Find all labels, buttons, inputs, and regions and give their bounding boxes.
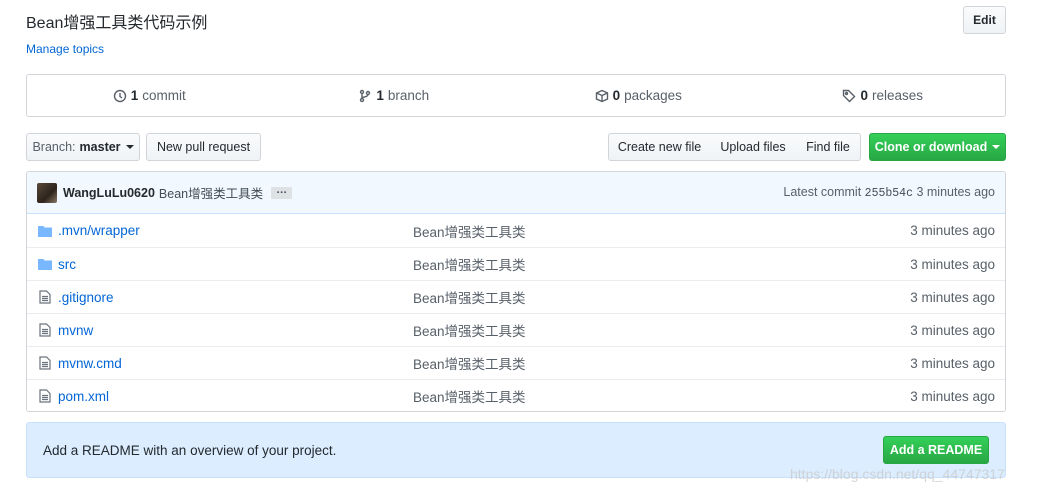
file-commit-message-link[interactable]: Bean增强类工具类 — [413, 353, 813, 373]
commit-sha-link[interactable]: 255b54c — [865, 187, 913, 200]
add-readme-button[interactable]: Add a README — [883, 436, 989, 464]
chevron-down-icon — [992, 145, 1001, 149]
file-commit-message-link[interactable]: Bean增强类工具类 — [413, 287, 813, 307]
file-age: 3 minutes ago — [910, 388, 995, 404]
clone-label: Clone or download — [874, 140, 988, 154]
latest-commit-bar: WangLuLu0620 Bean增强类工具类 … Latest commit … — [27, 172, 1005, 214]
commit-age: 3 minutes ago — [916, 185, 995, 199]
branch-label: Branch: — [32, 140, 76, 154]
branch-value: master — [79, 140, 121, 154]
file-name-link[interactable]: pom.xml — [58, 389, 413, 404]
packages-count: 0 — [612, 88, 621, 103]
file-name-link[interactable]: .mvn/wrapper — [58, 223, 413, 238]
chevron-down-icon — [125, 145, 134, 149]
latest-commit-info: Latest commit 255b54c 3 minutes ago — [783, 185, 995, 200]
commits-count: 1 — [130, 88, 139, 103]
latest-commit-label: Latest commit — [783, 185, 862, 199]
watermark: https://blog.csdn.net/qq_44747317 — [790, 466, 1005, 482]
file-icon — [37, 322, 53, 338]
commit-ellipsis-button[interactable]: … — [271, 184, 293, 199]
branches-label: branch — [387, 88, 430, 103]
file-row: .gitignore Bean增强类工具类 3 minutes ago — [27, 280, 1005, 313]
branches-count: 1 — [376, 88, 384, 103]
file-name-link[interactable]: mvnw.cmd — [58, 356, 413, 371]
commit-author-link[interactable]: WangLuLu0620 — [63, 186, 155, 200]
folder-icon — [37, 223, 53, 239]
file-commit-message-link[interactable]: Bean增强类工具类 — [413, 386, 813, 406]
packages-label: packages — [624, 88, 682, 103]
repo-description: Bean增强工具类代码示例 — [26, 15, 208, 32]
branch-select-button[interactable]: Branch: master — [26, 133, 140, 161]
file-row: mvnw.cmd Bean增强类工具类 3 minutes ago — [27, 346, 1005, 379]
file-age: 3 minutes ago — [910, 289, 995, 305]
file-row: .mvn/wrapper Bean增强类工具类 3 minutes ago — [27, 214, 1005, 247]
file-name-link[interactable]: src — [58, 257, 413, 272]
summary-commits[interactable]: 1 commit — [27, 75, 272, 116]
summary-packages[interactable]: 0 packages — [516, 75, 761, 116]
edit-button[interactable]: Edit — [963, 6, 1006, 34]
file-row: src Bean增强类工具类 3 minutes ago — [27, 247, 1005, 280]
file-age: 3 minutes ago — [910, 223, 995, 238]
file-row: pom.xml Bean增强类工具类 3 minutes ago — [27, 379, 1005, 411]
releases-label: releases — [871, 88, 924, 103]
file-age: 3 minutes ago — [910, 355, 995, 371]
branch-icon — [360, 89, 371, 102]
manage-topics-link[interactable]: Manage topics — [26, 42, 104, 56]
avatar[interactable] — [37, 182, 57, 203]
package-icon — [595, 89, 608, 102]
file-row: mvnw Bean增强类工具类 3 minutes ago — [27, 313, 1005, 346]
new-pull-request-button[interactable]: New pull request — [146, 133, 261, 161]
file-age: 3 minutes ago — [910, 256, 995, 272]
file-age: 3 minutes ago — [910, 322, 995, 338]
summary-releases[interactable]: 0 releases — [761, 75, 1006, 116]
commits-label: commit — [142, 88, 186, 103]
upload-files-button[interactable]: Upload files — [710, 133, 797, 161]
tag-icon — [843, 89, 856, 102]
file-commit-message-link[interactable]: Bean增强类工具类 — [413, 221, 813, 241]
file-browser: WangLuLu0620 Bean增强类工具类 … Latest commit … — [26, 171, 1006, 412]
commit-icon — [113, 89, 126, 102]
create-new-file-button[interactable]: Create new file — [608, 133, 711, 161]
summary-branches[interactable]: 1 branch — [272, 75, 517, 116]
file-icon — [37, 388, 53, 404]
file-icon — [37, 289, 53, 305]
repo-summary: 1 commit 1 branch 0 packages 0 releases — [26, 74, 1006, 117]
file-commit-message-link[interactable]: Bean增强类工具类 — [413, 254, 813, 274]
commit-message-link[interactable]: Bean增强类工具类 — [159, 183, 263, 202]
readme-prompt-text: Add a README with an overview of your pr… — [43, 442, 337, 458]
find-file-button[interactable]: Find file — [796, 133, 861, 161]
clone-or-download-button[interactable]: Clone or download — [869, 133, 1006, 161]
file-name-link[interactable]: mvnw — [58, 323, 413, 338]
file-name-link[interactable]: .gitignore — [58, 290, 413, 305]
folder-icon — [37, 256, 53, 272]
releases-count: 0 — [860, 88, 868, 103]
file-commit-message-link[interactable]: Bean增强类工具类 — [413, 320, 813, 340]
file-icon — [37, 355, 53, 371]
